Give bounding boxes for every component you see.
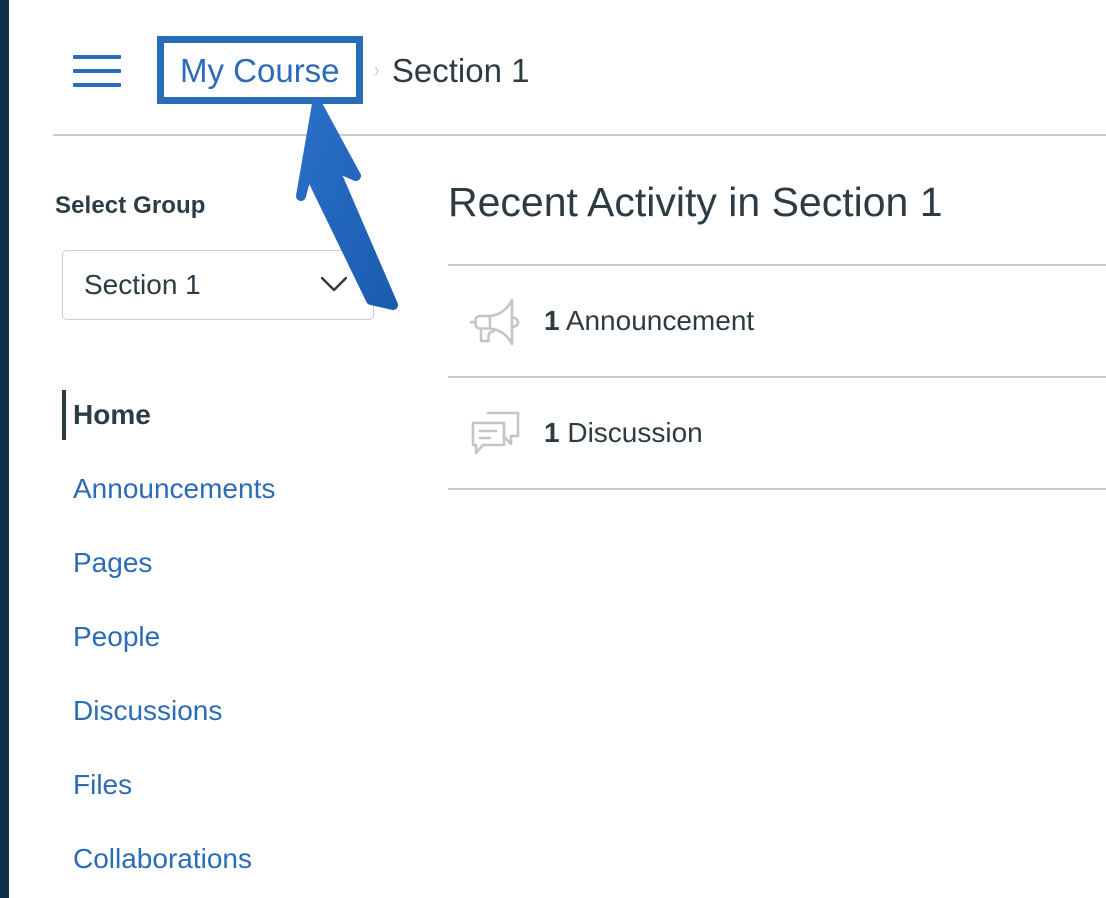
activity-type: Announcement [559,305,755,336]
page-container: My Course › Section 1 Select Group Secti… [9,0,1106,898]
megaphone-icon [448,296,544,346]
discussion-bubbles-icon [448,408,544,458]
activity-label: 1 Announcement [544,307,754,335]
sidebar-item-pages[interactable]: Pages [9,526,429,600]
sidebar-item-label: Collaborations [73,843,252,874]
activity-row-discussion[interactable]: 1 Discussion [448,378,1106,490]
main-content: Recent Activity in Section 1 1 Announcem… [439,135,1106,898]
breadcrumb-link-my-course[interactable]: My Course [180,54,340,87]
sidebar-item-label: Pages [73,547,153,578]
course-sidebar: Select Group Section 1 Home Announcement… [9,135,429,898]
global-nav-rail [0,0,9,898]
chevron-down-icon [321,277,347,292]
sidebar-item-label: Files [73,769,133,800]
activity-count: 1 [544,417,560,448]
sidebar-item-files[interactable]: Files [9,748,429,822]
sidebar-item-announcements[interactable]: Announcements [9,452,429,526]
sidebar-item-label: Discussions [73,695,223,726]
sidebar-item-discussions[interactable]: Discussions [9,674,429,748]
sidebar-item-label: Home [73,399,151,430]
activity-label: 1 Discussion [544,419,703,447]
group-select-value: Section 1 [84,269,201,300]
sidebar-item-collaborations[interactable]: Collaborations [9,822,429,896]
activity-row-announcement[interactable]: 1 Announcement [448,266,1106,378]
breadcrumb: My Course › Section 1 [157,36,529,104]
page-title: Recent Activity in Section 1 [448,179,943,225]
sidebar-item-people[interactable]: People [9,600,429,674]
course-nav-list: Home Announcements Pages People Discussi… [9,378,429,896]
hamburger-bar [73,55,121,59]
sidebar-item-label: People [73,621,161,652]
breadcrumb-current-section: Section 1 [391,51,530,89]
group-select-dropdown[interactable]: Section 1 [62,250,374,320]
activity-type: Discussion [559,417,703,448]
sidebar-item-home[interactable]: Home [9,378,429,452]
activity-count: 1 [544,305,560,336]
hamburger-bar [73,69,121,73]
sidebar-item-label: Announcements [73,473,276,504]
hamburger-bar [73,83,121,87]
hamburger-menu-icon[interactable] [65,48,121,88]
page-header: My Course › Section 1 [9,0,1106,136]
breadcrumb-highlight-box: My Course [157,36,363,104]
breadcrumb-separator-icon: › [373,57,379,82]
select-group-label: Select Group [55,192,206,219]
recent-activity-list: 1 Announcement 1 Discussion [448,264,1106,490]
